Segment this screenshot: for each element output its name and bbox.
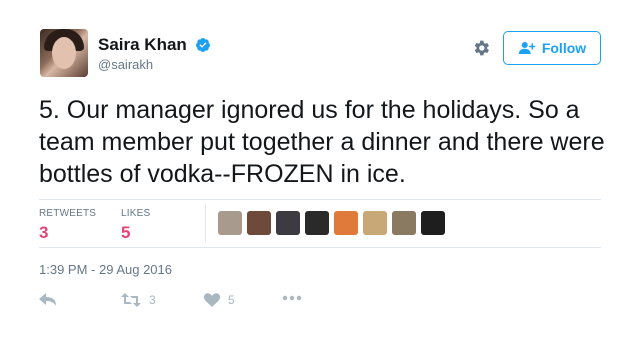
liker-avatar-4[interactable] — [305, 211, 329, 235]
likes-value: 5 — [121, 223, 131, 242]
profile-avatar[interactable] — [40, 29, 88, 77]
retweet-icon — [121, 293, 141, 307]
verified-badge-icon — [195, 38, 210, 52]
tweet-text: 5. Our manager ignored us for the holida… — [39, 96, 605, 188]
avatar-face — [52, 37, 76, 69]
display-name[interactable]: Saira Khan — [98, 35, 187, 55]
liker-avatar-3[interactable] — [276, 211, 300, 235]
more-dots-icon — [282, 295, 302, 301]
heart-icon — [204, 293, 220, 307]
likes-stat[interactable]: LIKES 5 — [121, 208, 150, 243]
gear-icon[interactable] — [471, 38, 491, 58]
divider-top — [39, 199, 601, 200]
user-handle[interactable]: @sairakh — [98, 57, 153, 72]
divider-bottom — [39, 247, 601, 248]
like-button[interactable]: 5 — [204, 293, 235, 307]
stats-separator — [205, 204, 206, 242]
reply-button[interactable] — [39, 293, 57, 307]
retweets-stat[interactable]: RETWEETS 3 — [39, 208, 96, 243]
like-count: 5 — [228, 293, 235, 307]
likes-label: LIKES — [121, 208, 151, 219]
follow-user-icon — [518, 42, 536, 54]
more-options-button[interactable] — [282, 295, 302, 301]
liker-avatar-6[interactable] — [363, 211, 387, 235]
tweet-actions: 3 5 — [0, 293, 636, 313]
follow-button-label: Follow — [541, 40, 587, 56]
liker-avatars — [218, 211, 445, 235]
retweets-value: 3 — [39, 223, 49, 242]
retweet-button[interactable]: 3 — [121, 293, 156, 307]
liker-avatar-8[interactable] — [421, 211, 445, 235]
follow-button[interactable]: Follow — [503, 31, 601, 65]
reply-icon — [39, 293, 56, 306]
liker-avatar-5[interactable] — [334, 211, 358, 235]
liker-avatar-2[interactable] — [247, 211, 271, 235]
tweet-timestamp[interactable]: 1:39 PM - 29 Aug 2016 — [39, 262, 172, 277]
liker-avatar-7[interactable] — [392, 211, 416, 235]
retweet-count: 3 — [149, 293, 156, 307]
retweets-label: RETWEETS — [39, 208, 97, 219]
liker-avatar-1[interactable] — [218, 211, 242, 235]
